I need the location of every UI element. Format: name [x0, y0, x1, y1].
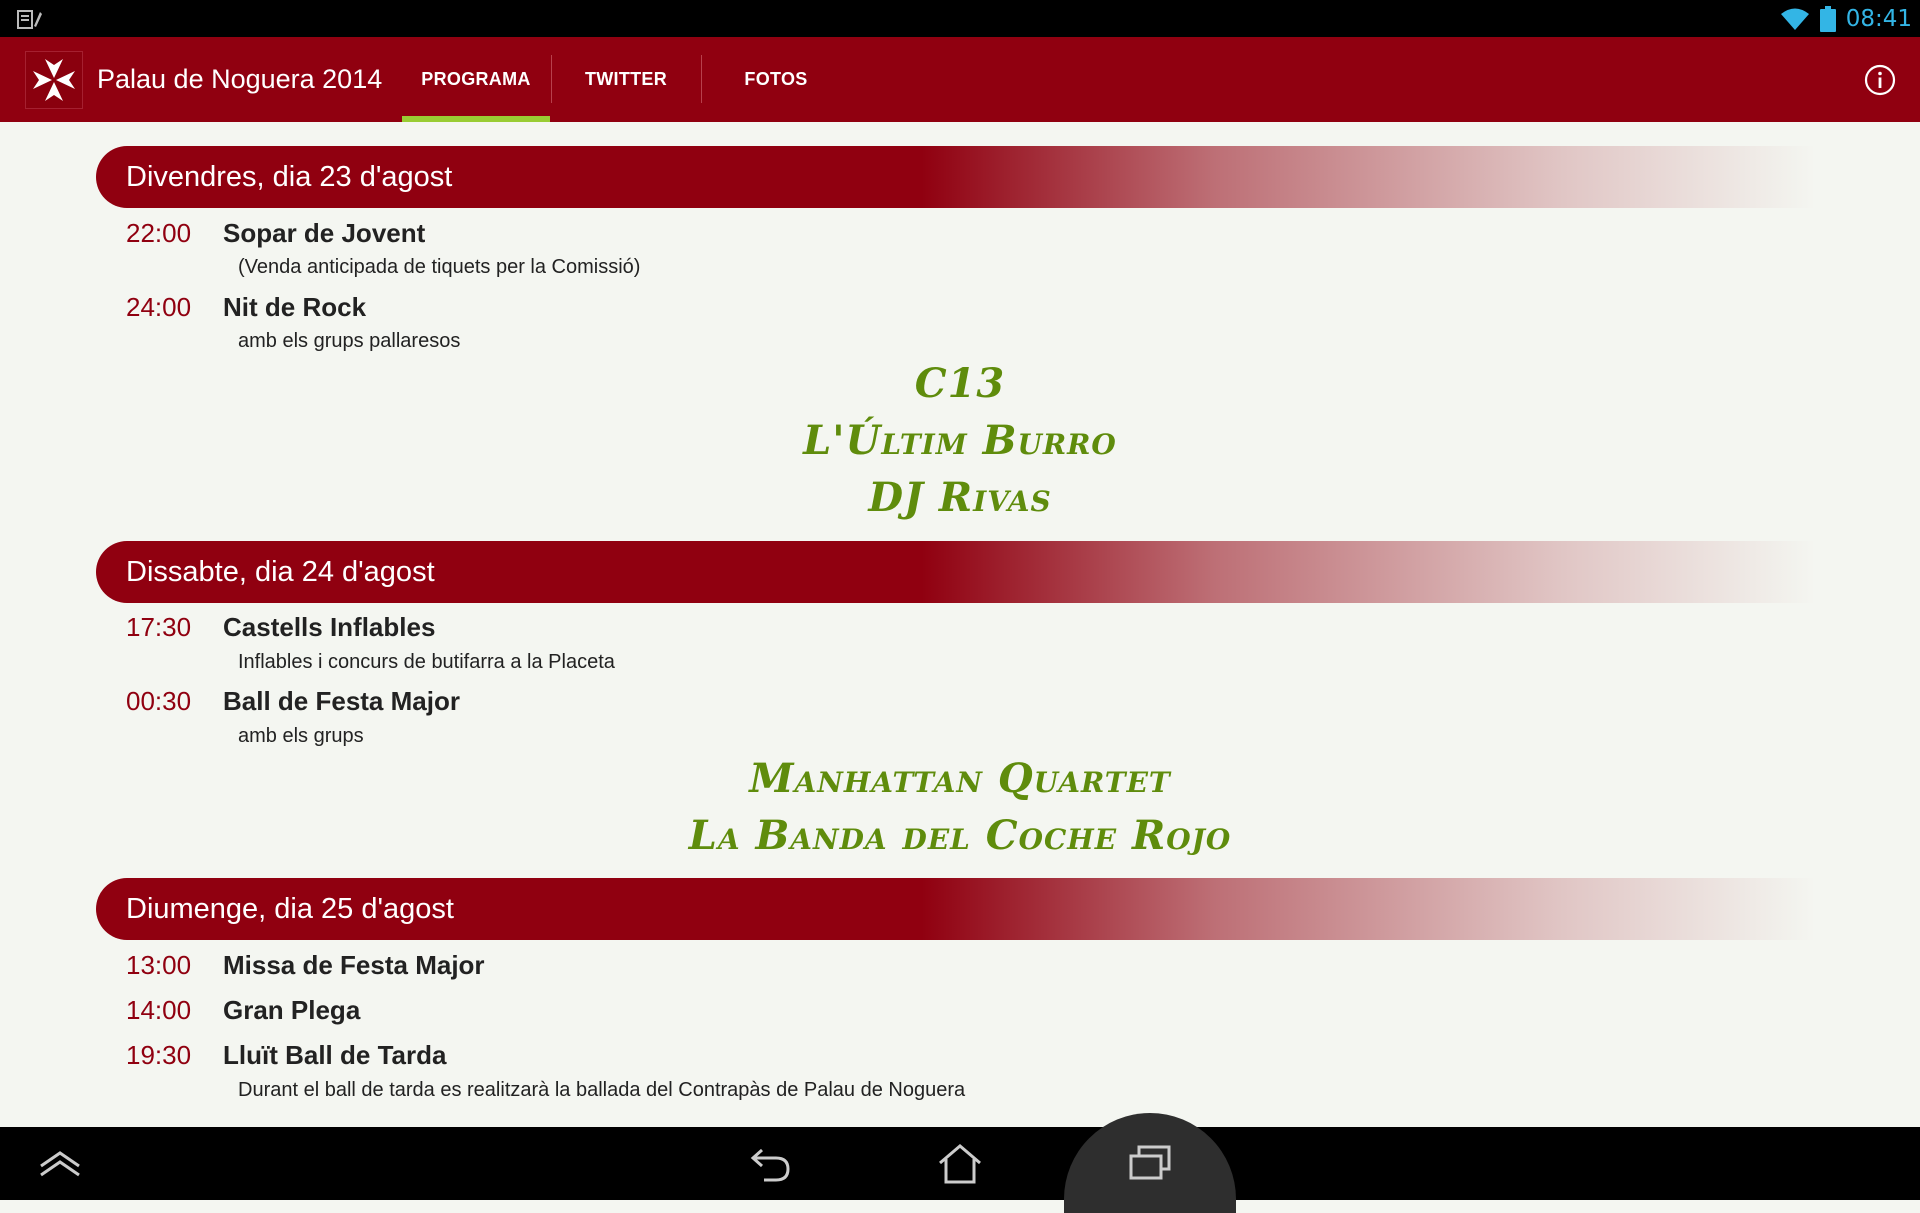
notification-sd-icon [17, 10, 42, 29]
maltese-cross-icon [33, 59, 75, 101]
day-header: Divendres, dia 23 d'agost [96, 146, 1816, 208]
back-icon [750, 1148, 790, 1181]
event-description: amb els grups [238, 725, 364, 747]
up-button[interactable] [30, 1127, 90, 1200]
tab-fotos[interactable]: FOTOS [702, 37, 850, 122]
band-name: C13 [914, 360, 1006, 407]
event-title: Gran Plega [223, 995, 361, 1025]
back-button[interactable] [735, 1127, 805, 1200]
action-bar: Palau de Noguera 2014 PROGRAMA TWITTER F… [0, 37, 1920, 122]
event-time: 24:00 [126, 292, 192, 322]
event-description: Inflables i concurs de butifarra a la Pl… [238, 651, 615, 673]
band-name: Manhattan Quartet [749, 755, 1171, 802]
navigation-bar [0, 1113, 1920, 1213]
band-name: DJ Rivas [868, 474, 1052, 521]
up-icon [40, 1150, 80, 1176]
home-icon [939, 1143, 981, 1183]
event-time: 22:00 [126, 218, 192, 248]
program-list[interactable]: Divendres, dia 23 d'agost 22:00 Sopar de… [0, 122, 1920, 1127]
day-header: Dissabte, dia 24 d'agost [96, 541, 1816, 603]
status-time: 08:41 [1845, 5, 1912, 32]
day-header: Diumenge, dia 25 d'agost [96, 878, 1816, 940]
event-time: 13:00 [126, 950, 192, 980]
event-time: 17:30 [126, 612, 192, 642]
band-name: La Banda del Coche Rojo [688, 812, 1232, 859]
event-description: (Venda anticipada de tiquets per la Comi… [238, 256, 641, 278]
event-time: 19:30 [126, 1040, 192, 1070]
tab-programa[interactable]: PROGRAMA [402, 37, 550, 122]
band-name: L'Últim Burro [803, 417, 1117, 464]
home-button[interactable] [925, 1127, 995, 1200]
event-title: Lluït Ball de Tarda [223, 1040, 447, 1070]
battery-icon [1819, 5, 1836, 32]
status-icons: 08:41 [1780, 0, 1912, 37]
recents-button[interactable] [1064, 1113, 1236, 1213]
event-description: Durant el ball de tarda es realitzarà la… [238, 1079, 966, 1101]
wifi-icon [1780, 8, 1809, 30]
event-title: Ball de Festa Major [223, 686, 460, 716]
event-time: 00:30 [126, 686, 192, 716]
status-bar: 08:41 [0, 0, 1920, 37]
event-title: Missa de Festa Major [223, 950, 485, 980]
app-title: Palau de Noguera 2014 [97, 64, 383, 94]
recents-icon [1129, 1145, 1171, 1180]
event-title: Castells Inflables [223, 612, 436, 642]
event-title: Sopar de Jovent [223, 218, 426, 248]
tab-twitter[interactable]: TWITTER [552, 37, 700, 122]
event-time: 14:00 [126, 995, 192, 1025]
event-description: amb els grups pallaresos [238, 330, 461, 352]
app-logo[interactable] [25, 51, 83, 109]
info-icon[interactable] [1864, 64, 1896, 96]
event-title: Nit de Rock [223, 292, 367, 322]
